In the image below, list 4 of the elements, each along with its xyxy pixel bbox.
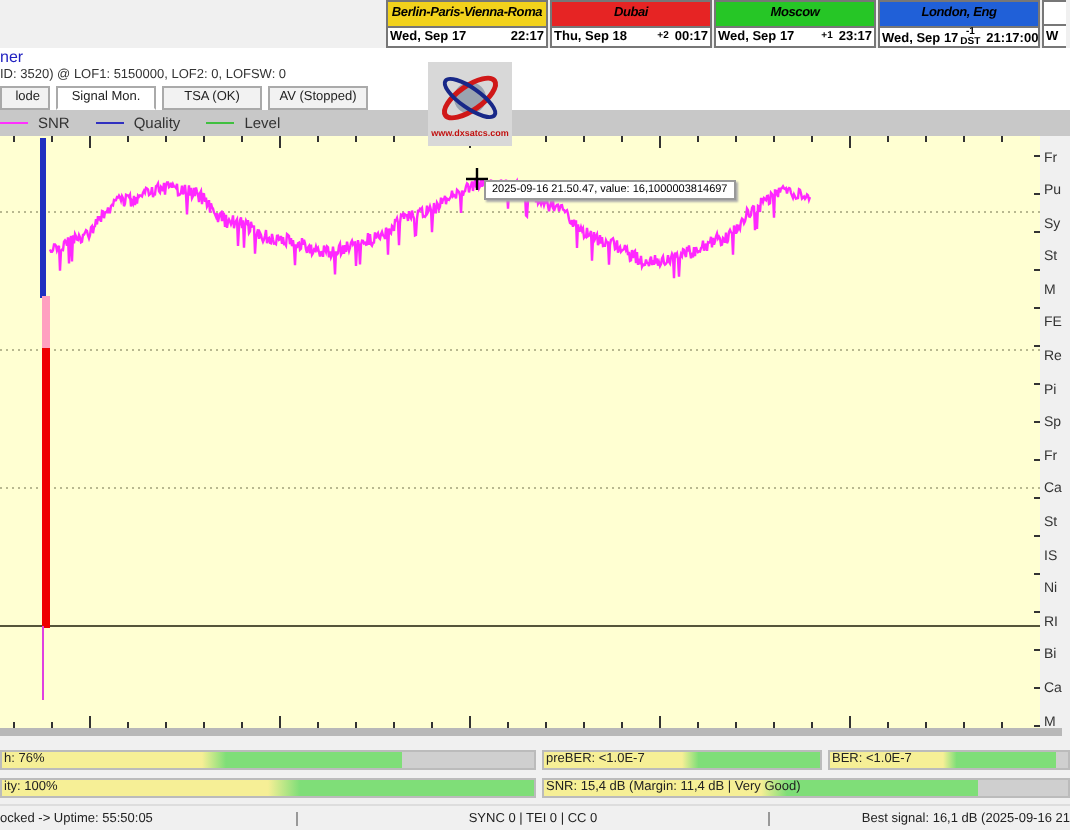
horizontal-scrollbar[interactable] <box>0 727 1062 737</box>
device-title: ner <box>0 50 26 67</box>
snr-drop-line <box>42 625 44 700</box>
crosshair-icon <box>466 167 488 190</box>
